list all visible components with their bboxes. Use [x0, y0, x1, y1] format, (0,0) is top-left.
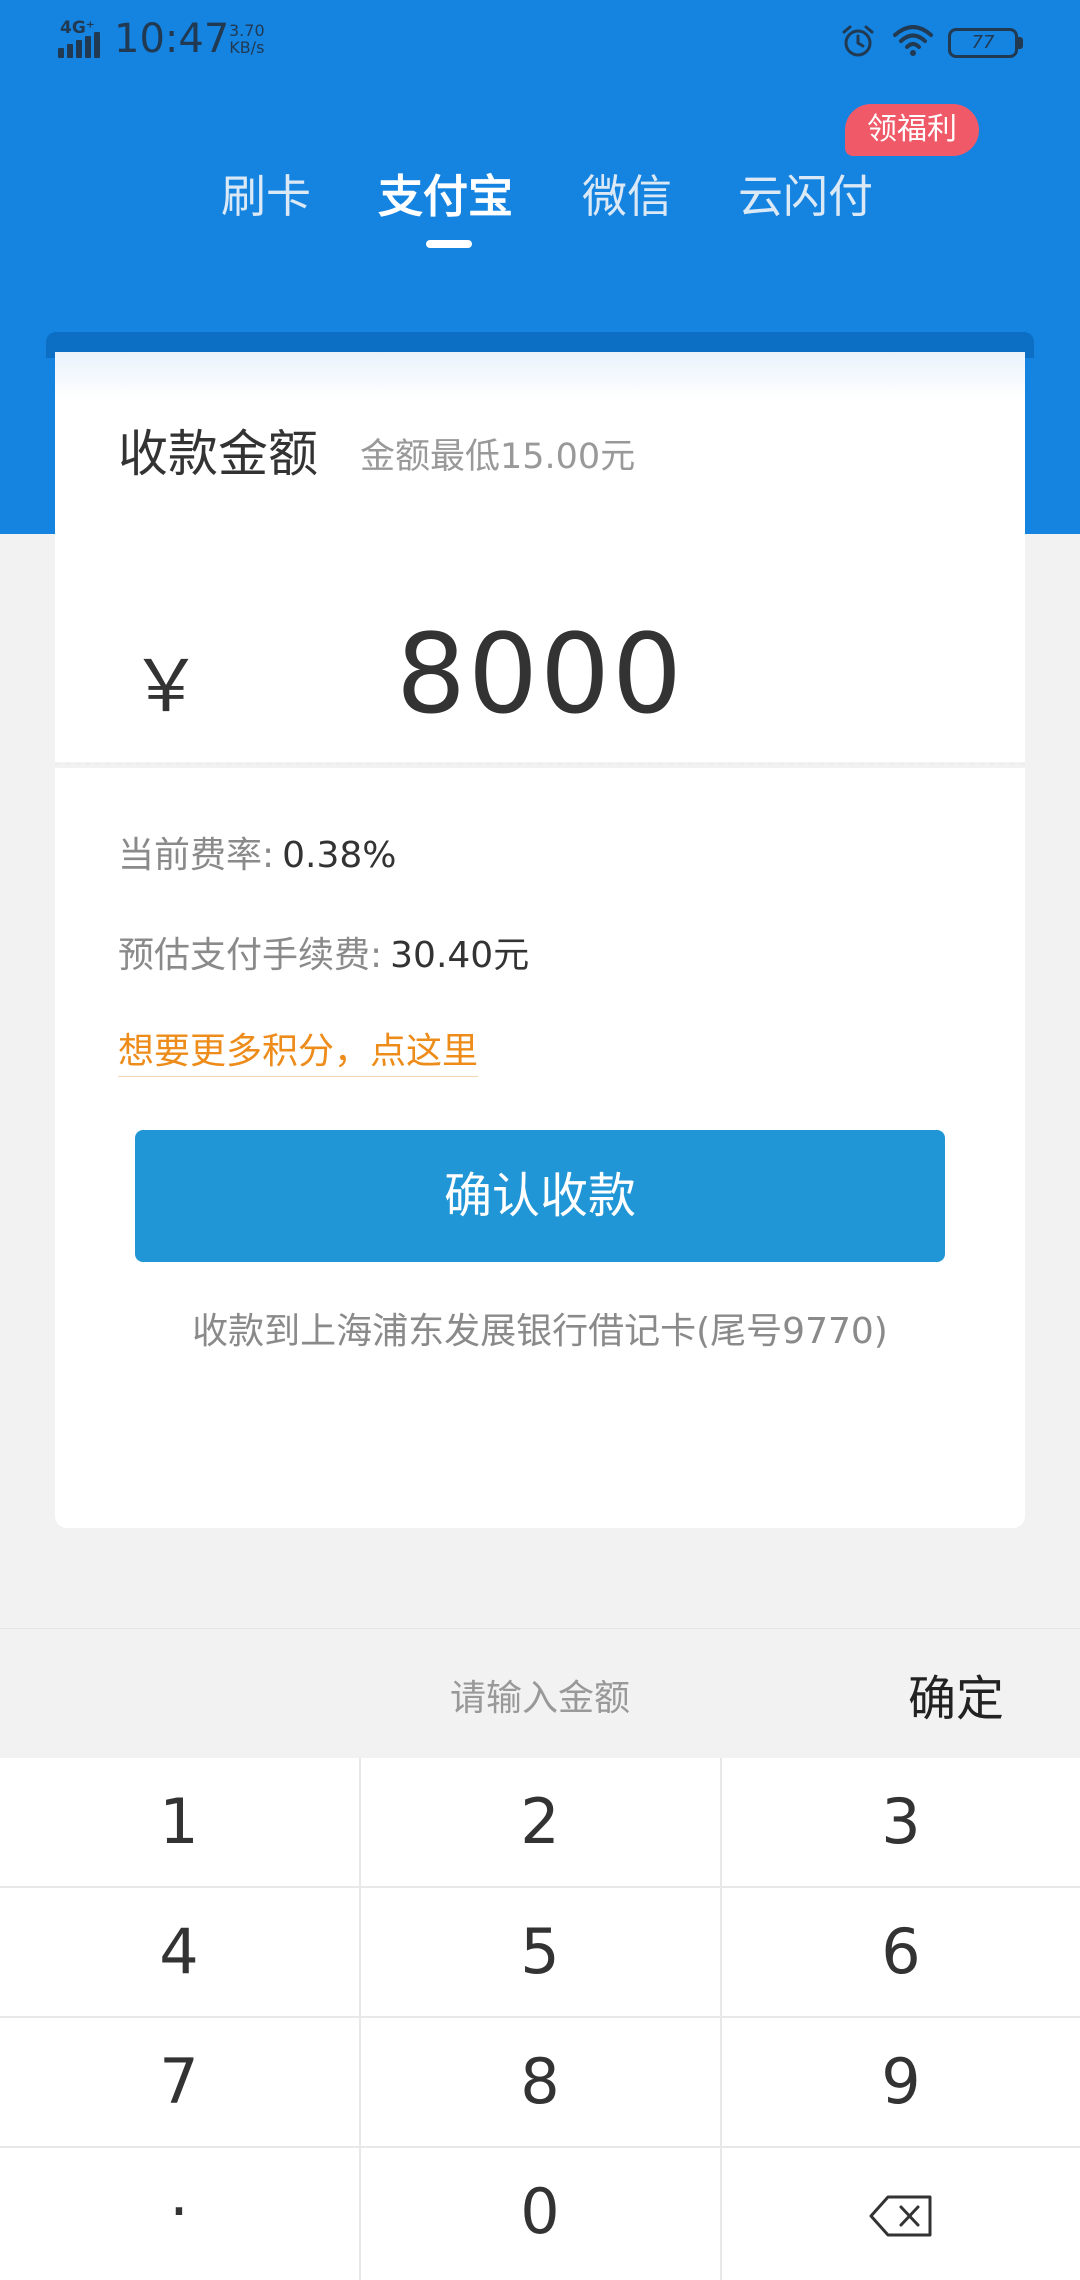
- battery-icon: 77: [948, 28, 1018, 58]
- amount-min-hint: 金额最低15.00元: [360, 437, 636, 477]
- tab-unionpay-quickpass[interactable]: 云闪付: [738, 160, 873, 225]
- wifi-icon: [893, 25, 933, 56]
- numeric-keypad: 1 2 3 4 5 6 7 8 9 · 0: [0, 1758, 1080, 2280]
- key-backspace[interactable]: [722, 2148, 1080, 2276]
- battery-tip: [1018, 37, 1023, 49]
- tab-card-swipe[interactable]: 刷卡: [221, 160, 311, 225]
- rate-row: 当前费率: 0.38%: [118, 826, 397, 878]
- active-tab-indicator: [426, 240, 472, 248]
- status-time: 10:47: [114, 16, 230, 62]
- network-speed: 3.70 KB/s: [229, 21, 265, 57]
- keyboard-header: 请输入金额 确定: [0, 1628, 1080, 1759]
- tab-wechat[interactable]: 微信: [582, 160, 672, 225]
- tab-alipay[interactable]: 支付宝: [378, 160, 513, 225]
- key-1[interactable]: 1: [0, 1758, 358, 1886]
- promo-badge[interactable]: 领福利: [845, 104, 979, 156]
- signal-icon: 4G⁺: [58, 18, 108, 60]
- alarm-icon: [842, 25, 874, 57]
- fee-row: 预估支付手续费: 30.40元: [118, 926, 529, 978]
- key-7[interactable]: 7: [0, 2018, 358, 2146]
- backspace-icon: [869, 2195, 932, 2237]
- amount-input[interactable]: 8000: [55, 610, 1025, 738]
- more-points-link[interactable]: 想要更多积分，点这里: [118, 1022, 479, 1077]
- keyboard-done-button[interactable]: 确定: [908, 1659, 1004, 1729]
- status-bar: 4G⁺ 10:47 3.70 KB/s 77: [0, 0, 1080, 90]
- fee-value: 30.40元: [390, 935, 530, 976]
- key-9[interactable]: 9: [722, 2018, 1080, 2146]
- key-3[interactable]: 3: [722, 1758, 1080, 1886]
- divider: [55, 763, 1025, 765]
- key-4[interactable]: 4: [0, 1888, 358, 2016]
- network-type: 4G⁺: [60, 18, 95, 38]
- key-0[interactable]: 0: [361, 2148, 719, 2276]
- key-2[interactable]: 2: [361, 1758, 719, 1886]
- confirm-payment-button[interactable]: 确认收款: [135, 1130, 945, 1262]
- key-8[interactable]: 8: [361, 2018, 719, 2146]
- rate-label: 当前费率:: [118, 835, 275, 876]
- fee-label: 预估支付手续费:: [118, 935, 383, 976]
- battery-level: 77: [971, 32, 995, 53]
- settlement-account-info: 收款到上海浦东发展银行借记卡(尾号9770): [192, 1311, 888, 1352]
- rate-value: 0.38%: [282, 835, 397, 876]
- amount-card: 收款金额 金额最低15.00元 ￥ 8000: [55, 352, 1025, 762]
- key-5[interactable]: 5: [361, 1888, 719, 2016]
- key-decimal-point[interactable]: ·: [0, 2148, 358, 2276]
- payment-details-card: 当前费率: 0.38% 预估支付手续费: 30.40元 想要更多积分，点这里 确认收…: [55, 768, 1025, 1528]
- amount-title: 收款金额: [118, 425, 318, 483]
- key-6[interactable]: 6: [722, 1888, 1080, 2016]
